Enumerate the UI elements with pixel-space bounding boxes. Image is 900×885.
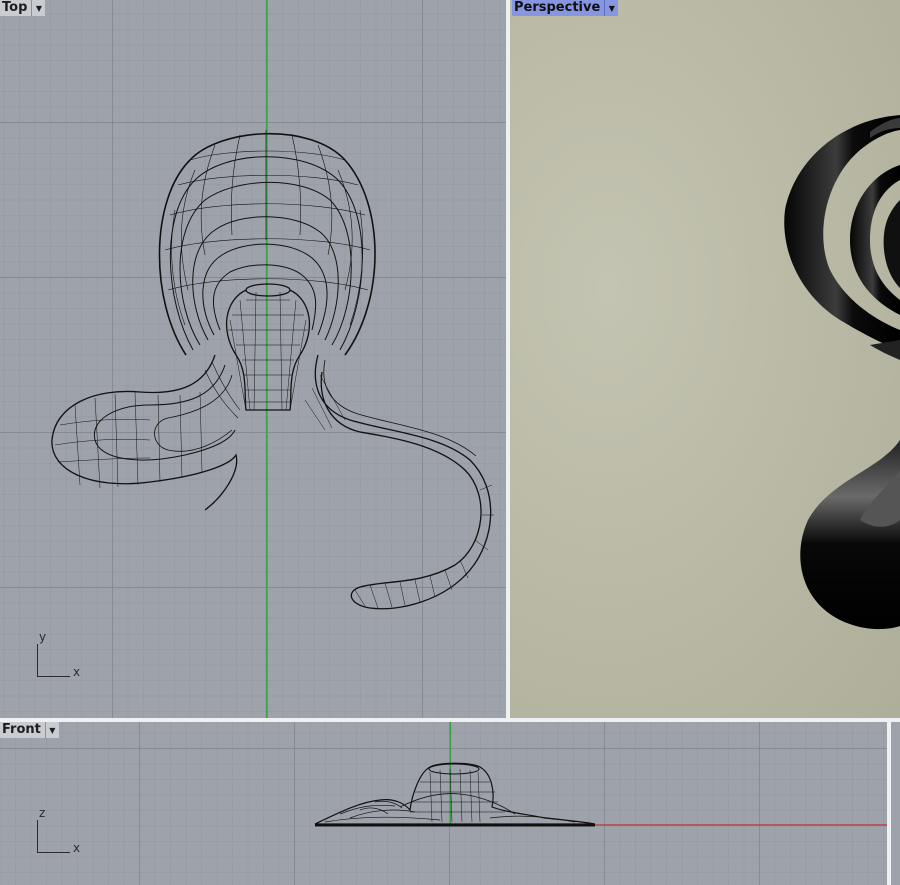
front-viewport[interactable]: Front ▼ z x [0,722,887,885]
chevron-down-icon[interactable]: ▼ [32,0,46,16]
perspective-viewport[interactable]: Perspective ▼ [510,0,900,718]
axis-x-label: x [73,665,81,679]
axis-z-label: z [39,806,46,820]
top-viewport-label[interactable]: Top [0,0,33,16]
chevron-down-icon[interactable]: ▼ [605,0,619,16]
right-viewport-partial[interactable] [891,722,900,885]
top-axis-widget: y x [34,630,84,682]
perspective-viewport-tab[interactable]: Perspective ▼ [512,0,619,16]
black-shells [784,115,900,630]
top-viewport[interactable]: Top ▼ y x [0,0,506,718]
axis-x-label: x [73,841,81,855]
axis-y-label: y [39,630,47,644]
top-viewport-tab[interactable]: Top ▼ [0,0,46,16]
perspective-viewport-label[interactable]: Perspective [512,0,606,16]
front-viewport-tab[interactable]: Front ▼ [0,722,59,738]
chevron-down-icon[interactable]: ▼ [45,722,59,738]
perspective-render [784,115,900,630]
front-wireframe-drawing [314,722,887,827]
front-axis-widget: z x [34,806,84,858]
front-viewport-label[interactable]: Front [0,722,46,738]
top-wireframe-drawing [51,0,494,718]
